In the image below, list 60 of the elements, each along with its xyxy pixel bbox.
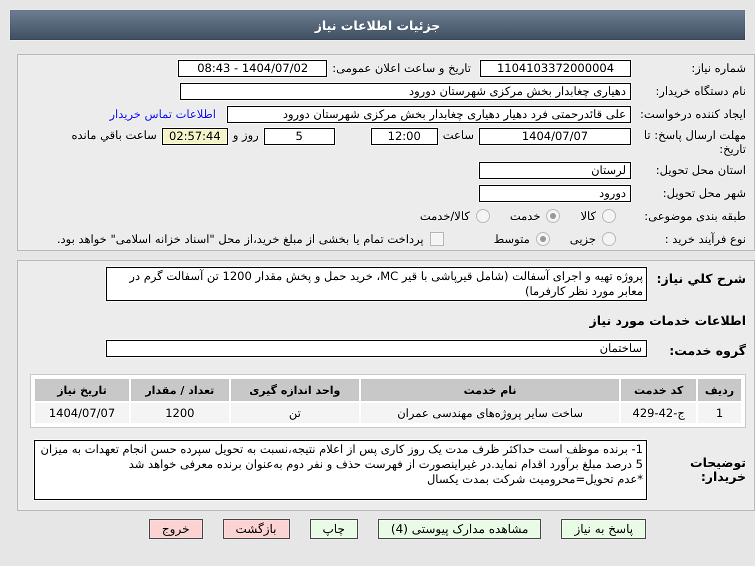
field-label: ساعت <box>442 128 474 142</box>
field-label: شرح کلي نياز: <box>656 271 746 286</box>
radio-button[interactable] <box>546 209 560 223</box>
action-button[interactable]: بازگشت <box>222 519 290 539</box>
table-cell: 1200 <box>131 403 229 423</box>
column-header: ردیف <box>698 379 741 401</box>
column-header: تعداد / مقدار <box>131 379 229 401</box>
notes-box: 1- برنده موظف است حداکثر ظرف مدت یک روز کاری پس از اعلام نتیجه،نسبت به تحویل سپرده حسن انجام تعهدات به میزان 5 درصد مبلغ برآورد اقدام نماید.در غیراینصورت از فهرست حذف و نفر دوم به‌عنوان برنده معرفی خواهد شد *عدم تحویل=محرومیت شرکت بمدت یکسال <box>34 440 647 500</box>
field-label: گروه خدمت: <box>668 343 746 358</box>
countdown-field: 02:57:44 <box>162 128 228 145</box>
table-cell: تن <box>230 403 359 423</box>
text-field[interactable]: 5 <box>264 128 335 145</box>
table-cell: ساخت سایر پروژه‌های مهندسی عمران <box>360 403 620 423</box>
text-field[interactable]: علی قائدرحمتی فرد دهیار دهیاری چغابدار بخش مرکزی شهرستان دورود <box>227 106 631 122</box>
field-label: توضیحات خریدار: <box>689 456 746 484</box>
field-label: تاریخ و ساعت اعلان عمومی: <box>332 61 471 75</box>
field-label: شهر محل تحویل: <box>662 186 746 200</box>
option-label: خدمت <box>510 209 540 223</box>
field-label: روز و <box>232 128 259 142</box>
field-label: نام دستگاه خریدار: <box>654 84 746 98</box>
action-button[interactable]: خروج <box>148 519 202 539</box>
section-title: اطلاعات خدمات مورد نیاز <box>590 312 746 328</box>
option-label: کالا <box>580 209 596 223</box>
text-field[interactable]: لرستان <box>479 162 631 178</box>
field-label: شماره نیاز: <box>690 61 746 75</box>
contact-link[interactable]: اطلاعات تماس خریدار <box>109 107 216 121</box>
radio-button[interactable] <box>476 209 490 223</box>
option-label: متوسط <box>494 232 530 246</box>
field-label: طبقه بندی موضوعی: <box>643 209 746 223</box>
column-header: تاریخ نیاز <box>35 379 130 401</box>
radio-button[interactable] <box>536 232 550 246</box>
window-title: جزئیات اطلاعات نیاز <box>314 18 440 32</box>
text-field[interactable]: دهیاری چغابدار بخش مرکزی شهرستان دورود <box>180 82 631 100</box>
action-button[interactable]: چاپ <box>310 519 358 539</box>
field-label: ساعت باقي مانده <box>72 128 157 142</box>
text-field[interactable]: 1404/07/07 <box>479 128 631 145</box>
radio-button[interactable] <box>602 232 616 246</box>
text-field[interactable]: ساختمان <box>106 340 647 357</box>
field-label: ایجاد کننده درخواست: <box>639 107 746 121</box>
radio-button[interactable] <box>602 209 616 223</box>
field-label: استان محل تحویل: <box>654 163 746 177</box>
column-header: واحد اندازه گیری <box>230 379 359 401</box>
checkbox[interactable] <box>430 232 444 246</box>
field-label: مهلت ارسال پاسخ: تا تاریخ: <box>642 128 746 156</box>
table-cell: ج-42-429 <box>621 403 696 423</box>
option-label: کالا/خدمت <box>420 209 470 223</box>
text-field[interactable]: دورود <box>479 184 631 202</box>
column-header: نام خدمت <box>360 379 620 401</box>
text-field[interactable]: 12:00 <box>370 128 438 145</box>
option-label: جزیی <box>570 232 596 246</box>
field-label: نوع فرآیند خرید : <box>664 232 746 246</box>
action-button[interactable]: مشاهده مدارک پیوستی (4) <box>378 519 542 539</box>
column-header: کد خدمت <box>621 379 696 401</box>
text-field[interactable]: 1104103372000004 <box>480 60 631 76</box>
table-cell: 1404/07/07 <box>35 403 130 423</box>
checkbox-label: پرداخت تمام یا بخشی از مبلغ خرید،از محل "اسناد خزانه اسلامی" خواهد بود. <box>56 232 424 246</box>
text-field[interactable]: 1404/07/02 - 08:43 <box>178 60 328 76</box>
table-cell: 1 <box>698 403 741 423</box>
description-box: پروژه تهیه و اجرای آسفالت (شامل قیرپاشی با قیر MC، خرید حمل و پخش مقدار 1200 تن آسفالت گرم در معابر مورد نظر کارفرما) <box>106 267 647 301</box>
action-button[interactable]: پاسخ به نیاز <box>561 519 646 539</box>
